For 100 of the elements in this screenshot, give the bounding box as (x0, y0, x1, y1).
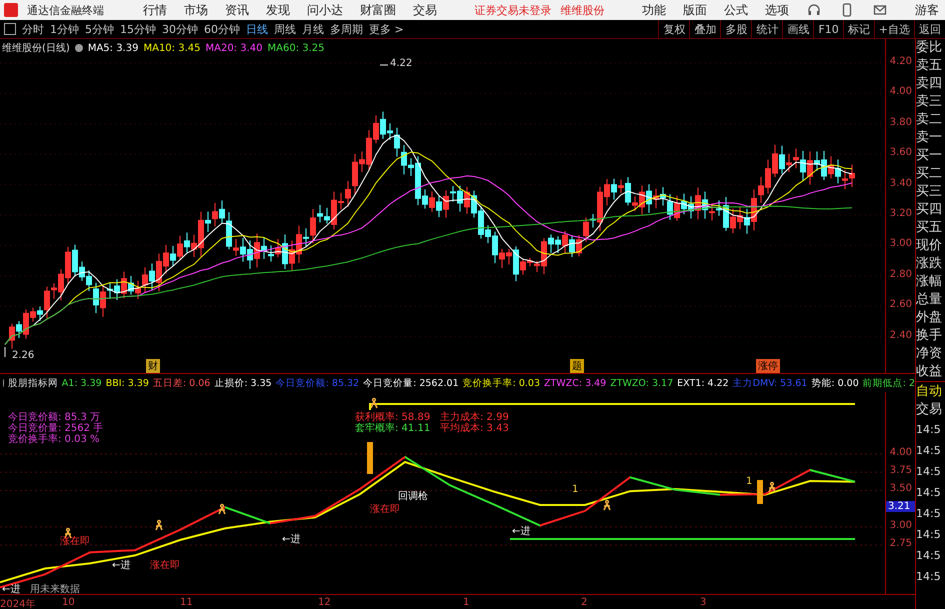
axis-label: 3.00 (890, 238, 912, 250)
axis-label: 3.50 (890, 483, 912, 494)
period-tab[interactable]: 5分钟 (85, 22, 114, 36)
period-tab[interactable]: 30分钟 (162, 22, 198, 36)
panel-toggle-icon[interactable] (4, 23, 16, 35)
indicator-value: ZTWZC: 3.49 (544, 378, 606, 388)
axis-label: 4.00 (890, 446, 912, 458)
notice-link[interactable]: 维维股份 (560, 2, 604, 18)
indicator-value: 今日竞价量: 2562.01 (363, 376, 459, 390)
headset-icon[interactable] (807, 3, 821, 17)
period-tab[interactable]: 日线 (246, 22, 268, 36)
mail-icon[interactable] (873, 3, 887, 17)
menu-item[interactable]: 功能 (638, 2, 670, 18)
auction-info: 竞价换手率: 0.03 % (8, 434, 100, 445)
indicator-value: 止损价: 3.35 (214, 376, 272, 390)
event-tag[interactable]: 财 (146, 359, 160, 373)
signal-label: 涨在即 (370, 502, 400, 516)
event-tag[interactable]: 涨停 (756, 359, 780, 373)
trades-label: 交易 (916, 401, 943, 419)
signal-label: ←进 (112, 558, 130, 572)
signal-bar (757, 480, 763, 504)
quote-label: 买二 (916, 165, 943, 183)
quote-label: 买一 (916, 147, 943, 165)
signal-label: ←进 (512, 524, 530, 538)
period-tab[interactable]: 月线 (302, 22, 324, 36)
quote-label: 收益 (916, 363, 943, 381)
indicator-value: 今日竞价额: 85.32 (276, 376, 360, 390)
period-tab[interactable]: 周线 (274, 22, 296, 36)
signal-label: 1 (746, 476, 752, 487)
period-tab[interactable]: 60分钟 (204, 22, 240, 36)
trade-time: 14:5 (916, 548, 942, 564)
auction-info: 今日竞价量: 2562 手 (8, 423, 104, 434)
axis-label: 2.60 (890, 299, 912, 310)
quote-label: 总量 (916, 291, 943, 309)
quote-label: 卖一 (916, 129, 943, 147)
period-tab[interactable]: 1分钟 (50, 22, 79, 36)
menu-item[interactable]: 资讯 (221, 2, 253, 18)
stat-value: 获利概率: 58.89 (355, 412, 432, 423)
trade-time: 14:5 (916, 422, 942, 438)
chart-title: 维维股份(日线) (2, 42, 70, 55)
period-tab[interactable]: 多周期 (330, 22, 363, 36)
period-tab[interactable]: 15分钟 (120, 22, 156, 36)
menu-item[interactable]: 财富圈 (356, 2, 400, 18)
indicator-value: 主力DMV: 53.61 (732, 376, 808, 390)
leader-line (4, 346, 6, 358)
menu-item[interactable]: 版面 (679, 2, 711, 18)
menu-item[interactable]: 问小达 (303, 2, 347, 18)
quote-label: 换手 (916, 327, 943, 345)
menu-item[interactable]: 交易 (409, 2, 441, 18)
trade-time: 14:5 (916, 506, 942, 522)
quote-label: 买四 (916, 201, 943, 219)
axis-label: 3.75 (890, 465, 912, 476)
menu-item[interactable]: 公式 (720, 2, 752, 18)
quote-label: 卖四 (916, 75, 943, 93)
signal-label: 回调枪 (398, 490, 428, 503)
event-tag[interactable]: 题 (570, 359, 584, 373)
axis-label: 2.80 (890, 268, 912, 280)
ma-value: MA20: 3.40 (205, 42, 262, 54)
menu-item[interactable]: 发现 (262, 2, 294, 18)
indicator-value: BBI: 3.39 (106, 378, 149, 388)
menu-item[interactable]: 选项 (761, 2, 793, 18)
ma-value: MA60: 3.25 (268, 42, 325, 54)
notice-link[interactable]: 证券交易未登录 (474, 2, 552, 18)
indicator-value: 前期低点: 2 (862, 376, 915, 390)
signal-label: ←进 (282, 532, 300, 546)
quote-label: 买三 (916, 183, 943, 201)
user-name[interactable]: 游客 (915, 2, 939, 18)
indicator-value: 五日差: 0.06 (152, 376, 210, 390)
note-text: 用未来数据 (30, 582, 80, 596)
trade-time: 14:5 (916, 527, 942, 543)
signal-label: ←进 (2, 582, 20, 596)
axis-label: 3.40 (890, 178, 912, 189)
app-logo-icon (4, 3, 18, 17)
quote-label: 现价 (916, 237, 943, 255)
trade-time: 14:5 (916, 464, 942, 480)
menu-item[interactable]: 市场 (180, 2, 212, 18)
period-tab[interactable]: 更多 > (369, 22, 404, 36)
phone-icon[interactable] (840, 3, 854, 17)
signal-label: 涨在即 (60, 534, 90, 548)
period-tab[interactable]: 分时 (22, 22, 44, 36)
stat-value: 平均成本: 3.43 (440, 423, 510, 434)
quote-label: 卖二 (916, 111, 943, 129)
axis-label: 4.20 (890, 56, 912, 67)
time-axis-label: 1 (463, 597, 470, 608)
leader-line (380, 64, 388, 66)
indicator-value: A1: 3.39 (62, 378, 102, 388)
quote-label: 涨幅 (916, 273, 943, 291)
quote-label: 外盘 (916, 309, 943, 327)
settings-icon[interactable] (74, 44, 83, 52)
signal-label: 1 (572, 484, 578, 495)
menu-item[interactable]: 行情 (139, 2, 171, 18)
indicator-value: 竞价换手率: 0.03 (462, 376, 540, 390)
quote-label: 买五 (916, 219, 943, 237)
time-axis-label: 2024年 (0, 598, 36, 609)
indicator-value: EXT1: 4.22 (677, 378, 729, 388)
axis-label: 2.40 (890, 330, 912, 341)
stat-value: 套牢概率: 41.11 (355, 423, 432, 434)
axis-label: 3.00 (890, 520, 912, 531)
axis-label: 3.20 (890, 208, 912, 219)
auto-tab[interactable]: 自动 (916, 381, 945, 401)
